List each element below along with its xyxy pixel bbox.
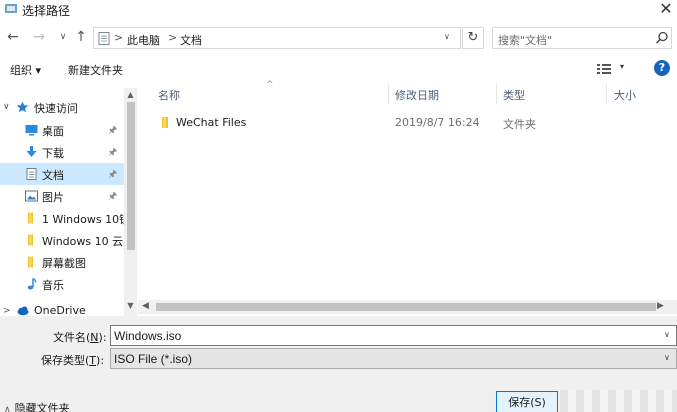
star-icon <box>16 101 29 113</box>
folder-icon <box>28 256 33 268</box>
breadcrumb-separator: > <box>168 31 178 44</box>
document-icon <box>26 168 37 180</box>
column-header-type[interactable]: 类型 <box>503 87 525 103</box>
scroll-left-icon[interactable]: ◀ <box>142 301 149 311</box>
sidebar-item-label: 下载 <box>42 147 64 160</box>
file-date: 2019/8/7 16:24 <box>395 116 480 129</box>
filename-field[interactable]: Windows.iso ∨ <box>110 325 677 346</box>
sidebar-item-label: 桌面 <box>42 125 64 138</box>
hide-folders-label: 隐藏文件夹 <box>14 402 70 412</box>
organize-button[interactable]: 组织 ▾ <box>10 62 41 78</box>
hide-folders-toggle[interactable]: ∧ 隐藏文件夹 <box>4 400 70 412</box>
sidebar-item-label: 音乐 <box>42 279 64 292</box>
command-toolbar: 组织 ▾ 新建文件夹 ▾ ? <box>0 55 677 83</box>
file-row[interactable]: WeChat Files 2019/8/7 16:24 文件夹 <box>138 112 677 134</box>
music-icon <box>27 278 37 290</box>
navigation-pane-scrollbar[interactable]: ▲ ▼ <box>124 88 137 316</box>
cancel-button-obscured <box>560 390 677 412</box>
sidebar-item-onedrive[interactable]: > OneDrive <box>0 300 124 316</box>
chevron-up-icon: ∧ <box>4 405 11 412</box>
sidebar-item-label: 1 Windows 10镜 <box>42 213 131 226</box>
title-bar: 选择路径 ✕ <box>0 0 677 20</box>
search-input[interactable]: 搜索"文档" <box>492 27 672 49</box>
filetype-label: 保存类型(T): <box>41 354 105 367</box>
app-icon <box>5 4 17 13</box>
sidebar-item-label: OneDrive <box>34 304 86 316</box>
column-divider[interactable] <box>606 84 607 104</box>
desktop-icon <box>25 125 38 136</box>
column-header-date[interactable]: 修改日期 <box>395 87 439 103</box>
refresh-button[interactable]: ↻ <box>462 27 484 49</box>
chevron-down-icon[interactable]: ∨ <box>664 353 670 362</box>
scrollbar-thumb[interactable] <box>156 303 656 311</box>
sidebar-item-music[interactable]: 音乐 <box>0 273 124 295</box>
save-form: 文件名(N): Windows.iso ∨ 保存类型(T): ISO File … <box>0 316 677 412</box>
scrollbar-thumb[interactable] <box>127 102 135 250</box>
cloud-icon <box>17 306 29 316</box>
column-header-name[interactable]: 名称 <box>158 87 180 103</box>
file-list: ^ 名称 修改日期 类型 大小 WeChat Files 2019/8/7 16… <box>138 80 677 300</box>
filetype-select[interactable]: ISO File (*.iso) ∨ <box>110 348 677 369</box>
column-divider[interactable] <box>388 84 389 104</box>
view-options-icon[interactable] <box>597 63 611 75</box>
breadcrumb-separator: > <box>114 31 124 44</box>
scroll-down-icon[interactable]: ▼ <box>124 301 137 310</box>
filetype-value: ISO File (*.iso) <box>114 352 193 366</box>
forward-button[interactable]: → <box>30 28 48 46</box>
address-bar[interactable]: > 此电脑 > 文档 ∨ <box>93 27 461 49</box>
sidebar-item-downloads[interactable]: 下载 🖈 <box>0 141 124 163</box>
view-dropdown[interactable]: ▾ <box>620 62 624 71</box>
scroll-up-icon[interactable]: ▲ <box>124 90 137 99</box>
filename-value: Windows.iso <box>114 329 182 343</box>
sidebar-item-label: 屏幕截图 <box>42 257 86 270</box>
sidebar-item-label: Windows 10 云 <box>42 235 124 248</box>
column-header-size[interactable]: 大小 <box>614 87 636 103</box>
address-dropdown[interactable]: ∨ <box>444 32 456 41</box>
file-list-scrollbar[interactable]: ◀ ▶ <box>138 300 677 314</box>
navigation-pane: ∨ 快速访问 桌面 🖈 下载 🖈 文档 🖈 图片 🖈 1 Windows 10镜… <box>0 88 137 316</box>
sidebar-item-label: 快速访问 <box>34 102 78 115</box>
file-name: WeChat Files <box>176 116 247 129</box>
help-button[interactable]: ? <box>654 60 670 76</box>
picture-icon <box>25 190 38 202</box>
expand-chevron-icon[interactable]: > <box>3 306 11 316</box>
pin-icon: 🖈 <box>108 191 118 202</box>
breadcrumb-documents[interactable]: 文档 <box>180 32 202 48</box>
folder-icon <box>28 234 33 246</box>
up-button[interactable]: ↑ <box>72 28 90 46</box>
search-placeholder: 搜索"文档" <box>498 34 553 47</box>
sidebar-item-label: 图片 <box>42 191 64 204</box>
back-button[interactable]: ← <box>4 28 22 46</box>
sidebar-item-desktop[interactable]: 桌面 🖈 <box>0 119 124 141</box>
pin-icon: 🖈 <box>108 169 118 180</box>
navigation-bar: ← → ∨ ↑ > 此电脑 > 文档 ∨ ↻ 搜索"文档" <box>0 24 677 52</box>
sort-indicator-icon: ^ <box>266 80 274 90</box>
column-divider[interactable] <box>496 84 497 104</box>
sidebar-item-folder-win10-image[interactable]: 1 Windows 10镜 <box>0 207 130 229</box>
folder-icon <box>28 212 33 224</box>
recent-locations-button[interactable]: ∨ <box>54 28 72 46</box>
window-title: 选择路径 <box>22 4 71 18</box>
pin-icon: 🖈 <box>108 125 118 136</box>
search-icon <box>655 31 668 44</box>
folder-icon <box>162 117 168 128</box>
sidebar-item-documents[interactable]: 文档 🖈 <box>0 163 124 185</box>
scroll-right-icon[interactable]: ▶ <box>657 301 664 311</box>
new-folder-button[interactable]: 新建文件夹 <box>68 62 123 78</box>
close-button[interactable]: ✕ <box>655 0 677 19</box>
document-location-icon <box>98 32 110 45</box>
pin-icon: 🖈 <box>108 147 118 158</box>
save-button[interactable]: 保存(S) <box>496 391 558 412</box>
sidebar-item-folder-win10-cloud[interactable]: Windows 10 云 <box>0 229 124 251</box>
download-icon <box>26 146 37 157</box>
sidebar-item-screenshots[interactable]: 屏幕截图 <box>0 251 124 273</box>
sidebar-item-pictures[interactable]: 图片 🖈 <box>0 185 124 207</box>
breadcrumb-this-pc[interactable]: 此电脑 <box>127 32 160 48</box>
expand-chevron-icon[interactable]: ∨ <box>3 102 10 112</box>
sidebar-item-quick-access[interactable]: ∨ 快速访问 <box>0 96 124 118</box>
filename-label: 文件名(N): <box>53 331 107 344</box>
sidebar-item-label: 文档 <box>42 169 64 182</box>
file-type: 文件夹 <box>503 118 536 131</box>
chevron-down-icon[interactable]: ∨ <box>664 330 670 339</box>
